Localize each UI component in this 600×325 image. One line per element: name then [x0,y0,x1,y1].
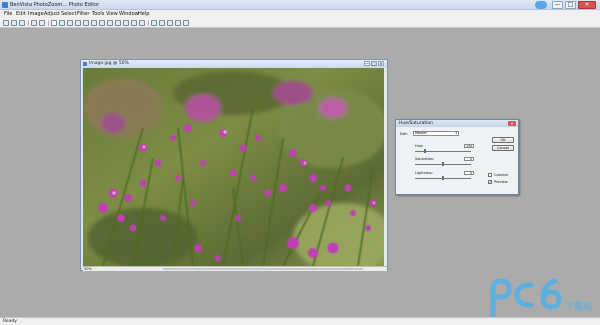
watermark-text: 下载站 [565,300,592,312]
document-title-bar[interactable]: Image.jpg @ 50% — □ ✕ [81,60,387,68]
zoom-level-field[interactable]: 50% [84,267,92,271]
text-tool-icon[interactable] [107,20,113,26]
horizontal-scrollbar[interactable] [163,268,363,270]
document-title: Image.jpg @ 50% [89,61,129,66]
hue-saturation-dialog: Hue/Saturation ✕ Edit: Master ▾ Hue: -13… [395,119,519,195]
doc-close-button[interactable]: ✕ [378,61,384,66]
toolbar-separator [48,20,49,26]
menu-edit[interactable]: Edit [16,11,26,17]
close-button[interactable]: ✕ [578,1,596,9]
status-bar: Ready [0,317,600,325]
fullscreen-icon[interactable] [183,20,189,26]
clone-tool-icon[interactable] [131,20,137,26]
layers-icon[interactable] [159,20,165,26]
menu-file[interactable]: File [4,11,12,17]
image-document-window[interactable]: Image.jpg @ 50% — □ ✕ 50% [80,59,388,271]
crop-tool-icon[interactable] [59,20,65,26]
preview-label: Preview [494,180,508,184]
line-tool-icon[interactable] [91,20,97,26]
image-icon [83,62,87,66]
menu-adjust[interactable]: Adjust [44,11,60,17]
toolbar-separator [148,20,149,26]
edit-label: Edit: [400,132,408,136]
undo-icon[interactable] [31,20,37,26]
maximize-button[interactable]: □ [565,1,576,9]
pencil-tool-icon[interactable] [83,20,89,26]
preview-checkbox[interactable]: ✓ [488,180,492,184]
rectangle-icon[interactable] [151,20,157,26]
saturation-label: Saturation: [415,157,435,161]
edit-channel-select[interactable]: Master ▾ [413,131,459,136]
minimize-button[interactable]: — [552,1,563,9]
cloud-icon[interactable] [535,1,547,9]
menu-select[interactable]: Select [61,11,76,17]
eraser-tool-icon[interactable] [99,20,105,26]
cancel-button[interactable]: Cancel [492,145,514,151]
doc-maximize-button[interactable]: □ [371,61,377,66]
new-icon[interactable] [3,20,9,26]
open-icon[interactable] [11,20,17,26]
menu-image[interactable]: Image [28,11,44,17]
pc6-watermark-logo: 下载站 [487,275,593,318]
saturation-value-field[interactable]: 0 [464,157,474,161]
lightness-label: Lightness: [415,171,433,175]
dialog-close-button[interactable]: ✕ [508,121,516,126]
menu-window[interactable]: Window [119,11,139,17]
magic-wand-icon[interactable] [67,20,73,26]
eyedropper-icon[interactable] [123,20,129,26]
hue-slider-thumb[interactable] [424,149,426,153]
save-icon[interactable] [19,20,25,26]
pc6-logo-icon: 下载站 [490,278,592,318]
lightness-value-field[interactable]: 0 [464,171,474,175]
history-icon[interactable] [167,20,173,26]
saturation-slider-thumb[interactable] [442,162,444,166]
lightness-slider-thumb[interactable] [442,176,444,180]
fill-tool-icon[interactable] [115,20,121,26]
dialog-title: Hue/Saturation [399,121,433,126]
hue-label: Hue: [415,144,424,148]
menu-view[interactable]: View [106,11,118,17]
toolbar-separator [28,20,29,26]
photo-canvas[interactable] [83,68,384,266]
title-bar: BenVista PhotoZoom... Photo Editor — □ ✕ [0,0,600,10]
flower-photo [83,68,384,266]
menu-bar: File Edit Image Adjust Select Filter Too… [0,10,600,18]
doc-minimize-button[interactable]: — [364,61,370,66]
chevron-down-icon: ▾ [455,131,457,135]
app-icon [2,2,8,8]
edit-channel-value: Master [415,131,427,135]
hue-value-field[interactable]: -130 [464,144,474,148]
vertical-scrollbar[interactable] [384,68,387,266]
document-status-strip: 50% [83,266,387,271]
palette-icon[interactable] [175,20,181,26]
redo-icon[interactable] [39,20,45,26]
menu-tools[interactable]: Tools [92,11,104,17]
brush-tool-icon[interactable] [75,20,81,26]
zoom-tool-icon[interactable] [139,20,145,26]
toolbar [0,18,600,28]
menu-help[interactable]: Help [138,11,149,17]
dialog-title-bar[interactable]: Hue/Saturation ✕ [396,120,518,127]
ok-button[interactable]: OK [492,137,514,143]
app-title: BenVista PhotoZoom... Photo Editor [10,2,100,8]
select-tool-icon[interactable] [51,20,57,26]
status-text: Ready [3,319,17,324]
menu-filter[interactable]: Filter [77,11,89,17]
colorize-checkbox[interactable] [488,173,492,177]
colorize-label: Colorize [494,173,509,177]
